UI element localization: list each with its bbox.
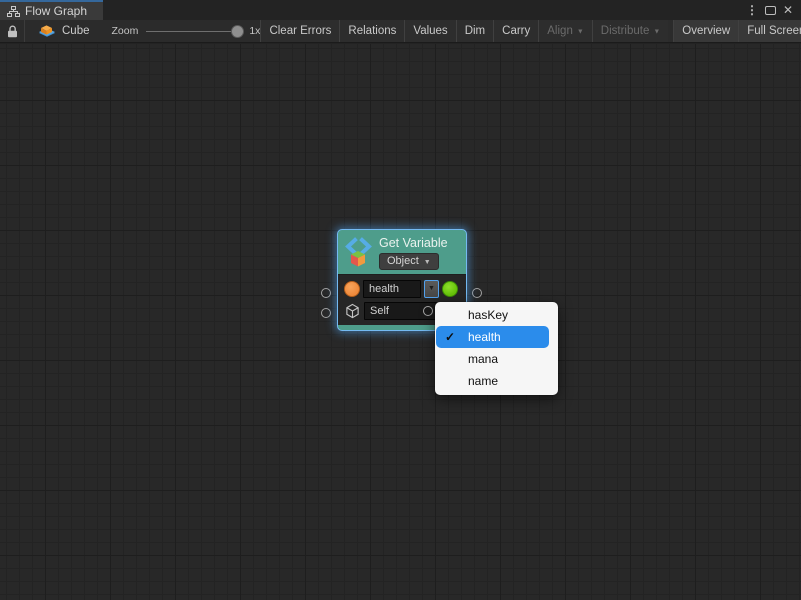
menu-item-label: name (468, 374, 498, 388)
menu-item-name[interactable]: name (435, 370, 558, 392)
button-label: Carry (502, 25, 530, 37)
graph-owner-chip[interactable]: Cube (25, 23, 100, 39)
node-header: Get Variable Object ▼ (338, 230, 466, 274)
button-label: Align (547, 25, 573, 37)
variable-row: health ▼ (344, 279, 461, 298)
variable-suggest-dropdown[interactable]: ▼ (424, 280, 439, 298)
window-controls: ⋮ ✕ (746, 0, 801, 20)
get-variable-icon (345, 237, 375, 267)
align-button: Align ▼ (538, 20, 592, 42)
menu-item-label: hasKey (468, 308, 508, 322)
overview-button[interactable]: Overview (673, 20, 738, 42)
close-icon[interactable]: ✕ (783, 3, 793, 17)
titlebar: Flow Graph ⋮ ✕ (0, 0, 801, 20)
cube-asset-icon (37, 23, 57, 39)
object-picker-icon[interactable] (423, 306, 433, 316)
button-label: Values (413, 25, 447, 37)
menu-item-health[interactable]: ✓ health (436, 326, 549, 348)
carry-button[interactable]: Carry (493, 20, 538, 42)
caret-down-icon: ▼ (653, 28, 660, 35)
toolbar: Cube Zoom 1x Clear Errors Relations Valu… (0, 20, 801, 43)
button-label: Full Screen (747, 25, 801, 37)
button-label: Clear Errors (269, 25, 331, 37)
toolbar-left: Cube Zoom 1x (0, 20, 260, 42)
variable-suggestion-menu: hasKey ✓ health mana name (435, 302, 558, 395)
graph-canvas[interactable]: Get Variable Object ▼ health ▼ (0, 44, 801, 600)
button-label: Relations (348, 25, 396, 37)
button-label: Distribute (601, 25, 650, 37)
variable-name-value: health (369, 283, 399, 295)
zoom-slider-track (146, 31, 241, 33)
menu-item-mana[interactable]: mana (435, 348, 558, 370)
variable-name-field[interactable]: health (363, 280, 421, 298)
values-button[interactable]: Values (404, 20, 455, 42)
maximize-icon[interactable] (765, 6, 776, 15)
caret-down-icon: ▼ (428, 285, 435, 292)
menu-item-label: health (468, 330, 501, 344)
relations-button[interactable]: Relations (339, 20, 404, 42)
toolbar-buttons: Clear Errors Relations Values Dim Carry … (260, 20, 801, 42)
zoom-slider-thumb[interactable] (231, 25, 244, 38)
button-label: Overview (682, 25, 730, 37)
padlock-icon (7, 25, 18, 38)
node-title: Get Variable (379, 236, 448, 250)
zoom-level-value: 1x (249, 25, 260, 37)
flow-graph-icon (7, 6, 20, 17)
graph-owner-label: Cube (62, 25, 90, 37)
zoom-label: Zoom (112, 25, 139, 37)
target-object-field[interactable]: Self (364, 302, 437, 320)
zoom-control: Zoom 1x (100, 25, 261, 38)
variable-kind-value: Object (387, 255, 419, 267)
variable-kind-dropdown[interactable]: Object ▼ (379, 253, 439, 270)
input-port-row1[interactable] (321, 288, 331, 298)
menu-item-haskey[interactable]: hasKey (435, 304, 558, 326)
full-screen-button[interactable]: Full Screen (738, 20, 801, 42)
input-port-row2[interactable] (321, 308, 331, 318)
value-output-port[interactable] (442, 281, 458, 297)
dim-button[interactable]: Dim (456, 20, 493, 42)
tab-flow-graph[interactable]: Flow Graph (0, 0, 103, 20)
distribute-button: Distribute ▼ (592, 20, 669, 42)
clear-errors-button[interactable]: Clear Errors (260, 20, 339, 42)
more-menu-icon[interactable]: ⋮ (746, 3, 758, 17)
wire-cube-icon (344, 303, 361, 319)
output-port-row1[interactable] (472, 288, 482, 298)
check-icon: ✓ (445, 326, 455, 348)
caret-down-icon: ▼ (424, 259, 431, 266)
caret-down-icon: ▼ (577, 28, 584, 35)
target-object-value: Self (370, 305, 389, 317)
variable-input-port[interactable] (344, 281, 360, 297)
menu-item-label: mana (468, 352, 498, 366)
node-header-text: Get Variable Object ▼ (379, 236, 448, 270)
zoom-slider[interactable] (146, 25, 241, 38)
tab-label: Flow Graph (25, 4, 87, 18)
button-label: Dim (465, 25, 485, 37)
lock-button[interactable] (0, 20, 25, 42)
